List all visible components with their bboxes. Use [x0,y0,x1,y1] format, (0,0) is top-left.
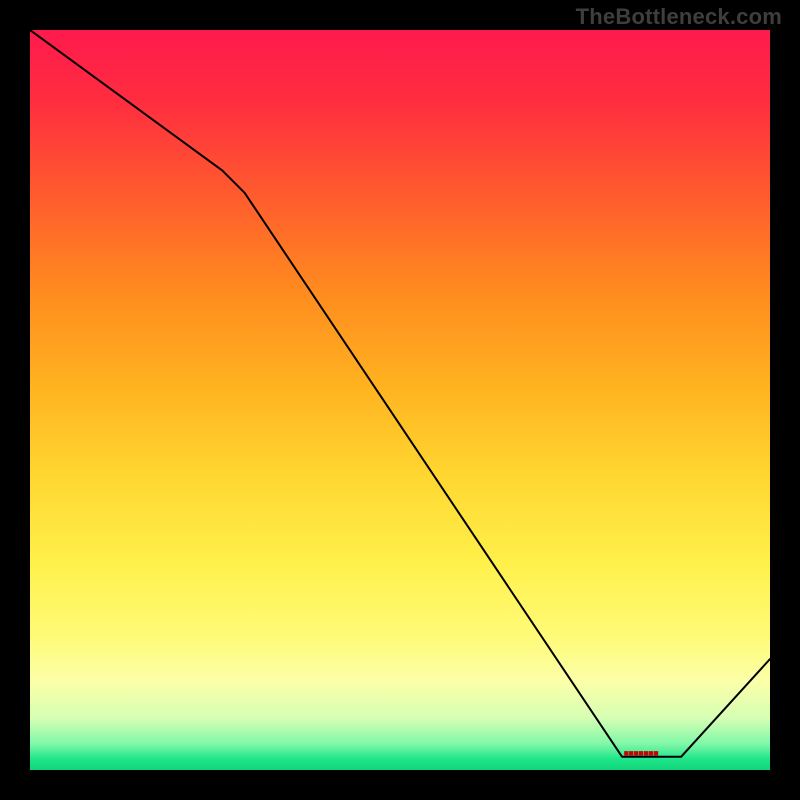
chart-frame: TheBottleneck.com ■■■■■■■ [0,0,800,800]
cluster-marker: ■■■■■■■ [624,748,659,758]
plot-svg [30,30,770,770]
gradient-background [30,30,770,770]
plot-area: ■■■■■■■ [30,30,770,770]
watermark-text: TheBottleneck.com [576,4,782,30]
